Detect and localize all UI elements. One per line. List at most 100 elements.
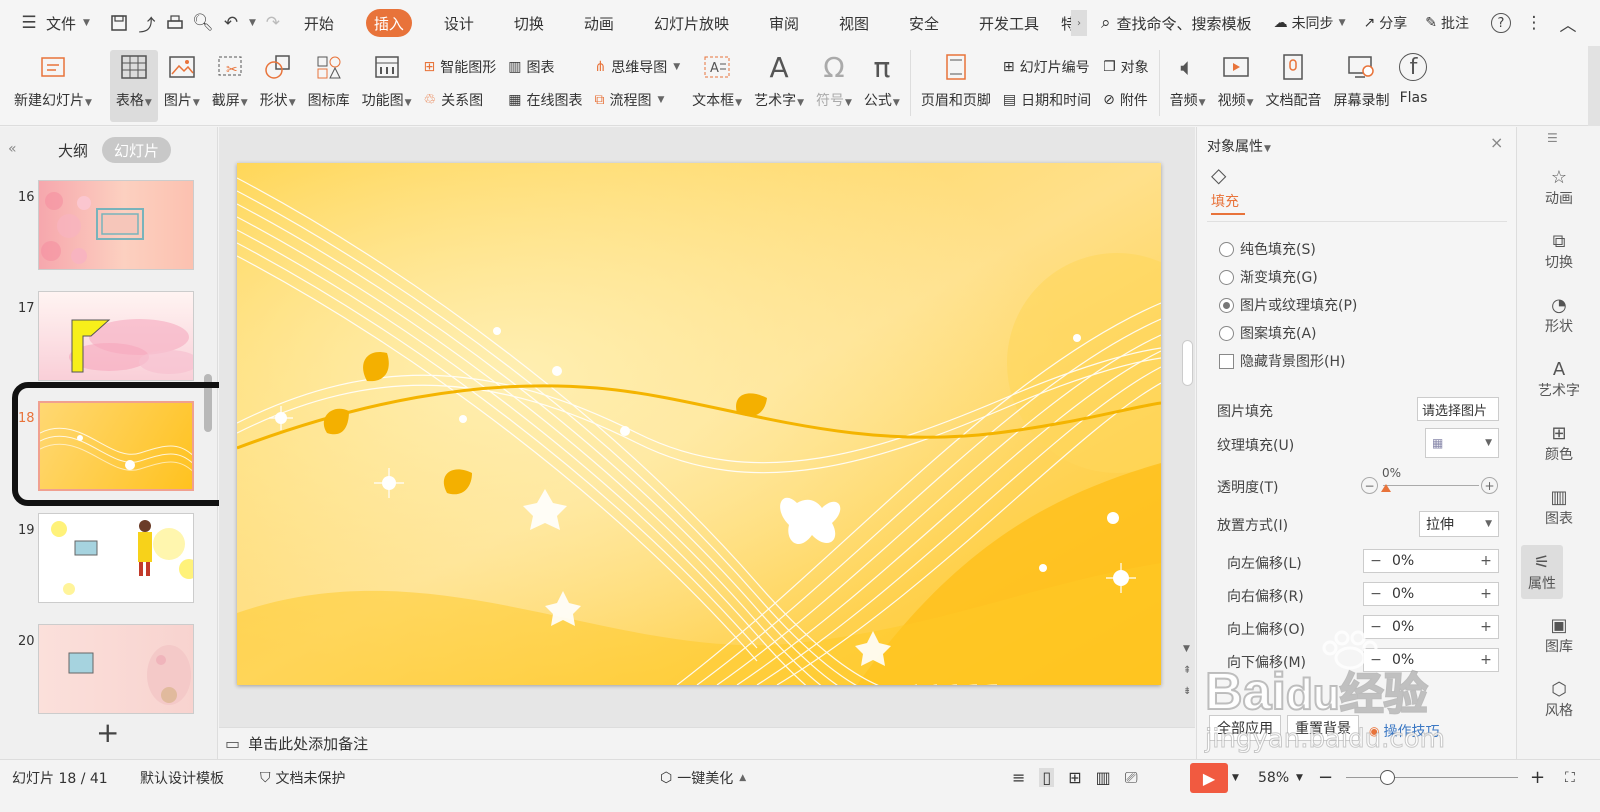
formula-button[interactable]: π 公式▼ (858, 50, 906, 122)
offset-left-stepper[interactable]: −0% + (1363, 549, 1499, 573)
notes-area[interactable]: ▭ 单击此处添加备注 (219, 727, 1195, 759)
gradient-fill-option[interactable]: 渐变填充(G) (1219, 267, 1318, 287)
picture-fill-option[interactable]: 图片或纹理填充(P) (1219, 295, 1357, 315)
collapse-panel-icon[interactable]: « (8, 141, 17, 157)
editor-scrollbar[interactable]: ▼ ⇞ ⇟ (1180, 130, 1195, 720)
transparency-slider[interactable]: − 0% + (1361, 466, 1501, 499)
more-icon[interactable]: ⋮ (1523, 12, 1545, 34)
file-menu[interactable]: ☰ 文件 ▼ (18, 12, 90, 34)
choose-picture-button[interactable]: 请选择图片 (1417, 397, 1499, 421)
minus-icon[interactable]: − (1361, 477, 1378, 494)
picture-button[interactable]: 图片▼ (158, 50, 206, 122)
tab-security[interactable]: 安全 (901, 9, 947, 37)
video-button[interactable]: 视频▼ (1212, 50, 1260, 122)
side-animation[interactable]: ☆ 动画 (1517, 167, 1600, 208)
decrement-icon[interactable]: − (1364, 553, 1388, 569)
flowchart-button[interactable]: ⧉ 流程图 ▼ (595, 87, 681, 113)
art-text-button[interactable]: A 艺术字▼ (748, 50, 810, 122)
decrement-icon[interactable]: − (1364, 586, 1388, 602)
side-transition[interactable]: ⧉ 切换 (1517, 231, 1600, 272)
tab-outline[interactable]: 大纲 (46, 137, 100, 163)
function-chart-button[interactable]: 功能图▼ (356, 50, 418, 122)
online-chart-button[interactable]: ▦ 在线图表 (508, 87, 582, 113)
tab-developer[interactable]: 开发工具 (971, 9, 1047, 37)
export-pdf-icon[interactable]: ⤴ (136, 12, 158, 36)
slide-thumb-19[interactable]: 19 (0, 513, 200, 605)
slide-sorter-icon[interactable]: ⊞ (1068, 768, 1081, 787)
side-shape[interactable]: ◔ 形状 (1517, 295, 1600, 336)
icon-library-button[interactable]: 图标库 (302, 50, 356, 122)
prev-slide-icon[interactable]: ⇞ (1183, 665, 1191, 676)
beautify-button[interactable]: ⬡ 一键美化 ▲ (660, 760, 746, 795)
presenter-view-icon[interactable]: ⎚ (1125, 768, 1138, 788)
new-slide-button[interactable]: 新建幻灯片▼ (8, 50, 98, 122)
radio-gradient[interactable] (1219, 269, 1234, 285)
textbox-button[interactable]: A 文本框▼ (686, 50, 748, 122)
slide-thumb-20[interactable]: 20 (0, 624, 200, 716)
tab-scroll-right-icon[interactable]: › (1071, 10, 1088, 36)
smart-art-button[interactable]: ⊞ 智能图形 (424, 54, 497, 80)
print-icon[interactable] (164, 12, 186, 34)
sync-button[interactable]: ☁ 未同步 ▼ (1274, 13, 1346, 33)
slide-thumb-16[interactable]: 16 (0, 180, 200, 272)
design-template[interactable]: 默认设计模板 (140, 760, 224, 795)
table-button[interactable]: 表格▼ (109, 50, 158, 122)
side-chart[interactable]: ▥ 图表 (1517, 487, 1600, 528)
zoom-in-icon[interactable]: + (1530, 760, 1545, 795)
pattern-fill-option[interactable]: 图案填充(A) (1219, 323, 1317, 343)
increment-icon[interactable]: + (1474, 553, 1498, 569)
scroll-down-icon[interactable]: ▼ (1183, 644, 1190, 654)
reading-view-icon[interactable]: ▥ (1096, 768, 1111, 787)
notes-toggle-icon[interactable]: ≡ (1012, 768, 1025, 787)
fill-tab[interactable]: ◇ 填充 (1211, 163, 1245, 215)
command-search[interactable]: ⌕ 查找命令、搜索模板 (1101, 13, 1252, 34)
zoom-value[interactable]: 58% (1258, 760, 1289, 795)
radio-picture[interactable] (1219, 297, 1234, 313)
offset-right-stepper[interactable]: −0% + (1363, 582, 1499, 606)
current-slide[interactable] (237, 163, 1161, 685)
zoom-slider[interactable] (1346, 777, 1518, 778)
relation-chart-button[interactable]: ♲ 关系图 (424, 87, 497, 113)
mind-map-button[interactable]: ⋔ 思维导图 ▼ (595, 54, 681, 80)
offset-right-value[interactable]: 0% (1388, 586, 1474, 602)
tab-slides[interactable]: 幻灯片 (102, 137, 172, 163)
side-art-text[interactable]: A 艺术字 (1517, 359, 1600, 400)
play-slideshow-button[interactable]: ▶ (1190, 763, 1228, 793)
date-time-button[interactable]: ▤ 日期和时间 (1003, 87, 1091, 113)
screen-record-button[interactable]: 屏幕录制 (1327, 50, 1395, 122)
attachment-button[interactable]: ⊘ 附件 (1103, 87, 1149, 113)
tab-view[interactable]: 视图 (831, 9, 877, 37)
zoom-out-icon[interactable]: − (1318, 760, 1333, 795)
side-properties[interactable]: ⚟ 属性 (1521, 545, 1563, 599)
side-style[interactable]: ⬡ 风格 (1517, 679, 1600, 720)
zoom-dropdown-icon[interactable]: ▼ (1296, 760, 1303, 795)
tab-special[interactable]: 特 (1059, 9, 1071, 37)
undo-icon[interactable]: ↶ (220, 12, 242, 34)
symbol-button[interactable]: Ω 符号▼ (810, 50, 858, 122)
doc-protect-button[interactable]: ⛉ 文档未保护 (260, 760, 346, 795)
object-button[interactable]: ❐ 对象 (1103, 54, 1149, 80)
comment-button[interactable]: ✎ 批注 (1425, 13, 1469, 33)
slide-number-button[interactable]: ⊞ 幻灯片编号 (1003, 54, 1091, 80)
ribbon-scrollbar[interactable] (1588, 46, 1600, 126)
help-icon[interactable]: ? (1490, 13, 1511, 33)
flash-button[interactable]: f Flas (1395, 50, 1431, 122)
side-color[interactable]: ⊞ 颜色 (1517, 423, 1600, 464)
offset-left-value[interactable]: 0% (1388, 553, 1474, 569)
share-button[interactable]: ↗ 分享 (1363, 13, 1407, 33)
shape-button[interactable]: 形状▼ (254, 50, 302, 122)
doc-dubbing-button[interactable]: 文档配音 (1259, 50, 1327, 122)
print-preview-icon[interactable]: 🔍︎ (192, 12, 214, 34)
undo-dropdown-icon[interactable]: ▼ (249, 18, 256, 28)
screenshot-button[interactable]: ✂ 截屏▼ (206, 50, 254, 122)
tab-animation[interactable]: 动画 (576, 9, 622, 37)
radio-solid[interactable] (1219, 241, 1234, 257)
slider-handle[interactable] (1381, 484, 1391, 492)
tab-home[interactable]: 开始 (296, 9, 342, 37)
slide-thumb-17[interactable]: 17 (0, 291, 200, 383)
add-slide-button[interactable]: + (96, 719, 119, 747)
hide-bg-checkbox[interactable] (1219, 353, 1234, 369)
save-icon[interactable] (108, 12, 130, 34)
radio-pattern[interactable] (1219, 325, 1234, 341)
collapse-ribbon-icon[interactable]: ︿ (1557, 12, 1579, 36)
